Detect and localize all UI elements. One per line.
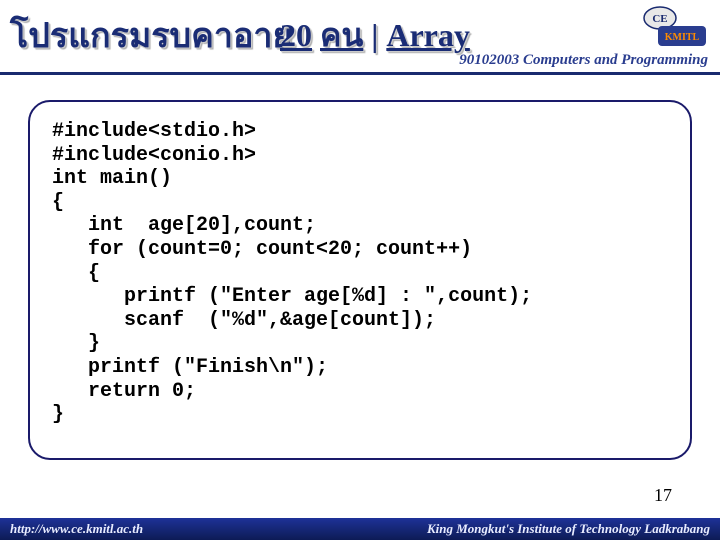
code-box: #include<stdio.h> #include<conio.h> int … <box>28 100 692 460</box>
course-label: 90102003 Computers and Programming <box>459 52 708 69</box>
footer-url: http://www.ce.kmitl.ac.th <box>10 521 143 537</box>
page-number: 17 <box>654 485 672 506</box>
logo-ce-text: CE <box>652 13 667 25</box>
slide-title-right: 20 คน | Array <box>280 10 470 61</box>
title-word: คน <box>320 17 363 53</box>
footer-institution: King Mongkut's Institute of Technology L… <box>427 521 710 537</box>
title-array: Array <box>386 17 470 53</box>
footer-bar: http://www.ce.kmitl.ac.th King Mongkut's… <box>0 518 720 540</box>
title-number: 20 <box>280 17 312 53</box>
kmitl-logo: CE KMITL <box>640 4 708 52</box>
header: โปรแกรมรบคาอาย 20 คน | Array CE KMITL 90… <box>0 0 720 75</box>
slide-title-left: โปรแกรมรบคาอาย <box>10 8 292 62</box>
title-sep: | <box>371 17 386 53</box>
code-content: #include<stdio.h> #include<conio.h> int … <box>52 120 668 427</box>
logo-kmitl-text: KMITL <box>665 32 700 43</box>
